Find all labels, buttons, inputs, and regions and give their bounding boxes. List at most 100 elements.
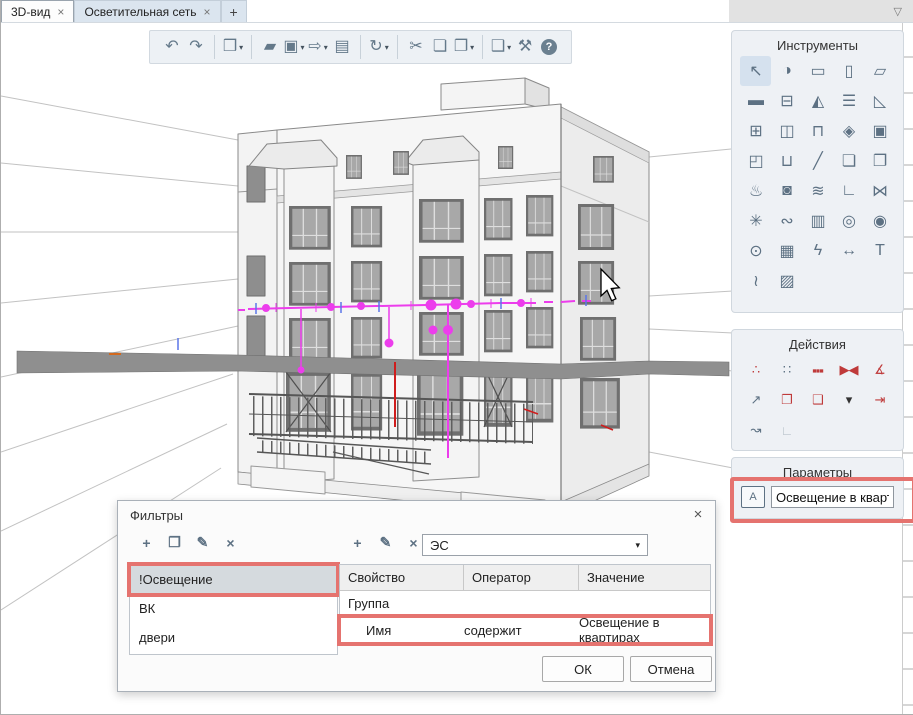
sanitary-equipment-tool[interactable]: ◙ [771,176,802,206]
edit-nodes-action[interactable]: ∴ [740,355,771,385]
delete-filter-button[interactable]: × [220,532,241,553]
object-style-tool[interactable]: ◑ [771,56,802,86]
wall-niche-tool[interactable]: ◰ [740,146,771,176]
delete-condition-button[interactable]: × [403,532,424,553]
tab-3d-view[interactable]: 3D-вид × [1,0,74,22]
move-action-icon: ↗ [751,392,761,408]
edit-filter-button[interactable]: ✎ [192,532,213,553]
route-tool[interactable]: ≀ [740,266,771,296]
edit-condition-button[interactable]: ✎ [375,532,396,553]
add-condition-button[interactable]: + [347,532,368,553]
print-button[interactable]: ▤ [330,35,354,59]
cancel-button[interactable]: Отмена [630,656,712,682]
dropdown-caret-icon[interactable]: ▾ [239,43,243,52]
filter-item[interactable]: двери [130,623,337,652]
stairs-tool-icon: ☰ [842,91,855,111]
save-button[interactable]: ▣▾ [282,35,306,59]
tab-lighting-network[interactable]: Осветительная сеть × [74,0,220,22]
dropdown-caret-icon[interactable]: ▾ [301,43,305,52]
close-tab-icon[interactable]: × [204,6,211,18]
profile-tool[interactable]: ❏ [833,146,864,176]
duct-accessory-tool[interactable]: ◎ [833,206,864,236]
select-tool[interactable]: ↖ [740,56,771,86]
pipe-accessory-tool[interactable]: ⋈ [864,176,895,206]
dropdown-caret-icon[interactable]: ▾ [385,43,389,52]
ramp-tool[interactable]: ◺ [864,86,895,116]
table-row[interactable]: Имя содержит Освещение в квартирах [340,617,710,643]
new-tab-button[interactable]: + [221,0,247,22]
open-button[interactable]: ▰ [258,35,282,59]
filter-item[interactable]: ВК [130,594,337,623]
redo-button[interactable]: ↷ [184,35,208,59]
electrical-panel-tool[interactable]: ▦ [771,236,802,266]
style-name-input[interactable] [771,486,894,508]
export-button[interactable]: ⇨▾ [306,35,330,59]
move-action[interactable]: ↗ [740,385,771,415]
stairs-tool[interactable]: ☰ [833,86,864,116]
paste-button[interactable]: ❐▾ [452,35,476,59]
dropdown-caret-icon[interactable]: ▾ [470,43,474,52]
close-tab-icon[interactable]: × [57,6,64,18]
duplicate-filter-button[interactable]: ❐ [164,532,185,553]
cut-icon: ✂ [409,39,422,55]
dimension-tool[interactable]: ↔ [833,236,864,266]
line-tool[interactable]: ╱ [802,146,833,176]
application-window: 3D-вид × Осветительная сеть × + ▽ ↶↷❒▾▰▣… [0,0,913,715]
scale-action[interactable]: ❑ [802,385,833,415]
copy-button[interactable]: ❏ [428,35,452,59]
table-group-row[interactable]: Группа [340,591,710,617]
filter-item[interactable]: !Освещение [130,565,337,594]
plumbing-fixture-tool[interactable]: ♨ [740,176,771,206]
equipment-tool[interactable]: ❐ [864,146,895,176]
image-tool[interactable]: ▣ [864,116,895,146]
ventilation-equipment-tool[interactable]: ✳ [740,206,771,236]
cell-value: Освещение в квартирах [579,615,710,645]
wiring-tool[interactable]: ϟ [802,236,833,266]
mirror-action[interactable]: ▶◀ [833,355,864,385]
linear-array-action[interactable]: ▪▪▪ [802,355,833,385]
floor-opening-tool[interactable]: ⊟ [771,86,802,116]
window-set-button[interactable]: ❑▾ [489,35,513,59]
beam-tool[interactable]: ▱ [864,56,895,86]
more-actions-dropdown[interactable]: ▾ [833,385,864,415]
copy-action[interactable]: ❐ [771,385,802,415]
solid-object-tool[interactable]: ◈ [833,116,864,146]
furniture-tool[interactable]: ⊓ [802,116,833,146]
pipe-tool[interactable]: ≋ [802,176,833,206]
add-filter-button[interactable]: + [136,532,157,553]
settings-wrench-button[interactable]: ⚒ [513,35,537,59]
roof-tool[interactable]: ◭ [802,86,833,116]
light-fixture-tool[interactable]: ⊙ [740,236,771,266]
foundation-tool[interactable]: ⊔ [771,146,802,176]
trim-extend-action[interactable]: ⇥ [864,385,895,415]
floor-tool-icon: ▬ [748,92,763,110]
building-model[interactable] [238,78,649,520]
dialog-close-icon[interactable]: × [690,506,706,523]
door-tool[interactable]: ◫ [771,116,802,146]
circular-array-action[interactable]: ∷ [771,355,802,385]
window-tool[interactable]: ⊞ [740,116,771,146]
cut-button[interactable]: ✂ [404,35,428,59]
sync-button[interactable]: ↻▾ [367,35,391,59]
electric-socket-tool[interactable]: ◉ [864,206,895,236]
dropdown-caret-icon[interactable]: ▾ [507,43,511,52]
help-button[interactable]: ? [537,35,561,59]
hatch-tool[interactable]: ▨ [771,266,802,296]
object-style-icon[interactable]: A [741,486,765,508]
text-tool[interactable]: T [864,236,895,266]
style-name-row: A [732,483,903,511]
column-tool[interactable]: ▯ [833,56,864,86]
view-3d-button[interactable]: ❒▾ [221,35,245,59]
ok-button[interactable]: ОК [542,656,624,682]
floor-tool[interactable]: ▬ [740,86,771,116]
pipe-fitting-tool[interactable]: ∟ [833,176,864,206]
move-along-path-action[interactable]: ↝ [740,415,771,445]
dock-collapse-icon[interactable]: ▽ [894,5,902,18]
duct-fitting-tool[interactable]: ∾ [771,206,802,236]
rotate-action[interactable]: ∡ [864,355,895,385]
duct-tool[interactable]: ▥ [802,206,833,236]
system-dropdown[interactable]: ЭС ▾ [422,534,648,556]
undo-button[interactable]: ↶ [160,35,184,59]
dropdown-caret-icon[interactable]: ▾ [324,43,328,52]
wall-tool[interactable]: ▭ [802,56,833,86]
